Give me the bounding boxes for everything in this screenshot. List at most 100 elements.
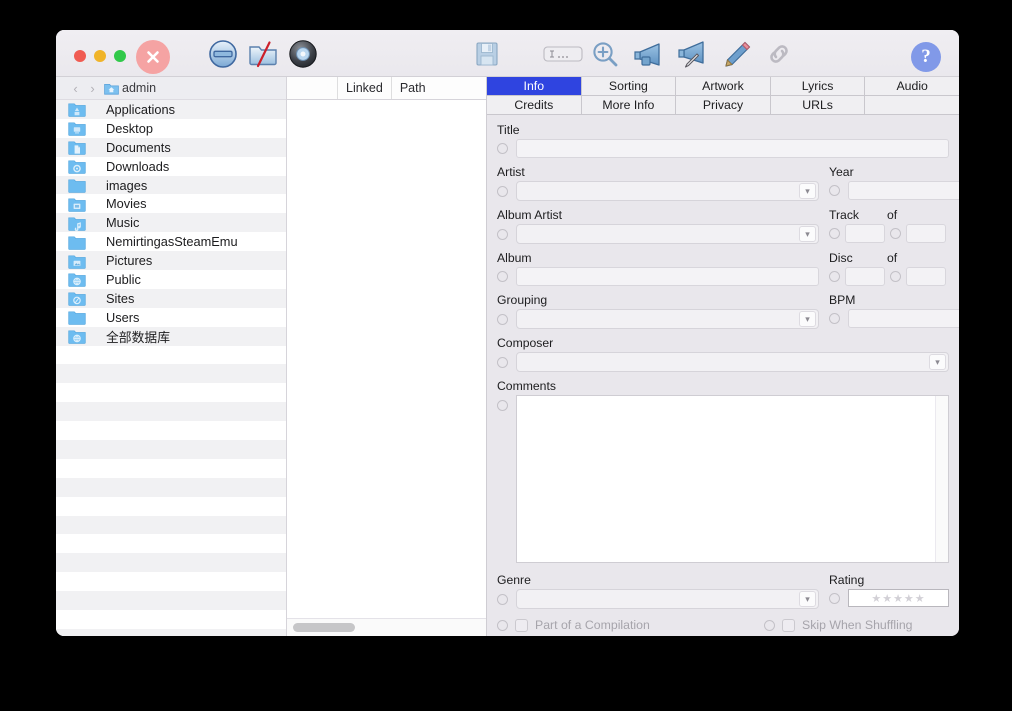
toggle-bpm[interactable] — [829, 313, 840, 324]
folder-list-item[interactable]: 全部数据库 — [56, 326, 286, 346]
folder-music-icon — [68, 216, 86, 231]
cancel-badge-button[interactable] — [136, 40, 170, 74]
toggle-track-of[interactable] — [890, 228, 901, 239]
folder-list-item[interactable]: Sites — [56, 288, 286, 308]
input-disc-of[interactable] — [906, 267, 946, 286]
chevron-down-icon[interactable]: ▾ — [799, 591, 816, 607]
input-composer[interactable]: ▾ — [516, 352, 949, 372]
traffic-lights — [74, 50, 126, 62]
tab-urls[interactable]: URLs — [770, 96, 866, 115]
folder-slash-icon[interactable] — [245, 37, 281, 71]
toggle-track[interactable] — [829, 228, 840, 239]
toggle-title[interactable] — [497, 143, 508, 154]
toggle-skip-shuffle[interactable] — [764, 619, 775, 631]
no-entry-icon[interactable] — [205, 37, 241, 71]
close-button[interactable] — [74, 50, 86, 62]
folder-list-item[interactable]: Documents — [56, 137, 286, 157]
folder-list-item[interactable]: images — [56, 175, 286, 195]
folder-list-item[interactable]: Music — [56, 213, 286, 233]
toggle-album-artist[interactable] — [497, 228, 508, 240]
folder-list-item-label: Music — [106, 215, 140, 231]
input-bpm[interactable] — [848, 309, 959, 328]
field-row-genre-rating: Genre ▾ Rating ★★★★★ — [497, 573, 949, 609]
folder-list-item[interactable]: NemirtingasSteamEmu — [56, 232, 286, 252]
folder-list-empty-row — [56, 421, 286, 441]
toggle-grouping[interactable] — [497, 313, 508, 325]
chevron-down-icon[interactable]: ▾ — [929, 354, 946, 370]
field-row-album-disc: Album Disc of — [497, 251, 949, 286]
pencil-icon[interactable] — [716, 37, 758, 71]
input-title[interactable] — [516, 139, 949, 158]
input-disc[interactable] — [845, 267, 885, 286]
toggle-disc-of[interactable] — [890, 271, 901, 282]
toggle-genre[interactable] — [497, 593, 508, 605]
folder-list-item[interactable]: Users — [56, 307, 286, 327]
folder-list-item[interactable]: Public — [56, 270, 286, 289]
chevron-down-icon[interactable]: ▾ — [799, 183, 816, 199]
folder-icon — [68, 178, 86, 193]
folder-list-item[interactable]: Pictures — [56, 251, 286, 271]
folder-list-item[interactable]: Desktop — [56, 118, 286, 138]
column-header-linked[interactable]: Linked — [337, 77, 391, 99]
close-x-icon — [147, 51, 159, 63]
folder-list-item[interactable]: Movies — [56, 194, 286, 214]
tab-privacy[interactable]: Privacy — [676, 96, 771, 115]
save-floppy-icon[interactable] — [466, 37, 508, 71]
checkbox-compilation[interactable] — [515, 618, 528, 632]
minimize-button[interactable] — [94, 50, 106, 62]
input-track[interactable] — [845, 224, 885, 243]
tab-credits[interactable]: Credits — [487, 96, 582, 115]
folder-pictures-icon — [68, 254, 86, 269]
input-genre[interactable]: ▾ — [516, 589, 819, 609]
text-field-icon[interactable] — [542, 37, 584, 71]
label-track-of: of — [887, 208, 898, 222]
forward-chevron-icon[interactable]: › — [87, 81, 98, 96]
tab-audio[interactable]: Audio — [865, 77, 959, 96]
horizontal-scrollbar[interactable] — [287, 618, 486, 636]
folder-list-empty-row — [56, 534, 286, 554]
toggle-composer[interactable] — [497, 356, 508, 368]
folder-list-item[interactable]: Applications — [56, 100, 286, 119]
chevron-down-icon[interactable]: ▾ — [799, 311, 816, 327]
megaphone-edit-icon[interactable] — [671, 37, 713, 71]
disc-icon[interactable] — [285, 37, 321, 71]
input-album[interactable] — [516, 267, 819, 286]
chevron-down-icon[interactable]: ▾ — [799, 226, 816, 242]
toggle-comments[interactable] — [497, 400, 508, 411]
folder-list-item-label: Downloads — [106, 158, 170, 174]
input-year[interactable] — [848, 181, 959, 200]
link-icon[interactable] — [761, 37, 797, 71]
tab-lyrics[interactable]: Lyrics — [770, 77, 866, 96]
input-artist[interactable]: ▾ — [516, 181, 819, 201]
toggle-artist[interactable] — [497, 185, 508, 197]
input-grouping[interactable]: ▾ — [516, 309, 819, 329]
input-album-artist[interactable]: ▾ — [516, 224, 819, 244]
input-comments[interactable] — [516, 395, 949, 563]
breadcrumb-current[interactable]: admin — [104, 81, 156, 95]
folder-list-item[interactable]: Downloads — [56, 156, 286, 176]
help-button[interactable]: ? — [911, 42, 941, 72]
field-comments: Comments — [497, 379, 949, 563]
toggle-album[interactable] — [497, 271, 508, 282]
checkbox-skip-shuffle[interactable] — [782, 618, 795, 632]
linked-files-list[interactable] — [287, 100, 486, 618]
column-header-path[interactable]: Path — [390, 77, 434, 99]
folder-list[interactable]: Applications Desktop Documents Downloads ima… — [56, 100, 286, 636]
back-chevron-icon[interactable]: ‹ — [70, 81, 81, 96]
rating-stars[interactable]: ★★★★★ — [848, 589, 949, 607]
toggle-disc[interactable] — [829, 271, 840, 282]
input-track-of[interactable] — [906, 224, 946, 243]
zoom-button[interactable] — [114, 50, 126, 62]
tab-artwork[interactable]: Artwork — [676, 77, 771, 96]
tab-sorting[interactable]: Sorting — [581, 77, 677, 96]
toggle-rating[interactable] — [829, 592, 840, 604]
tab-info[interactable]: Info — [487, 77, 582, 96]
tab-more-info[interactable]: More Info — [581, 96, 677, 115]
scrollbar-thumb[interactable] — [293, 623, 355, 632]
toggle-compilation[interactable] — [497, 619, 508, 631]
megaphone-icon[interactable] — [626, 37, 668, 71]
toggle-year[interactable] — [829, 185, 840, 196]
zoom-in-icon[interactable] — [587, 37, 623, 71]
field-title: Title — [497, 123, 949, 158]
comments-scrollbar[interactable] — [935, 396, 948, 562]
